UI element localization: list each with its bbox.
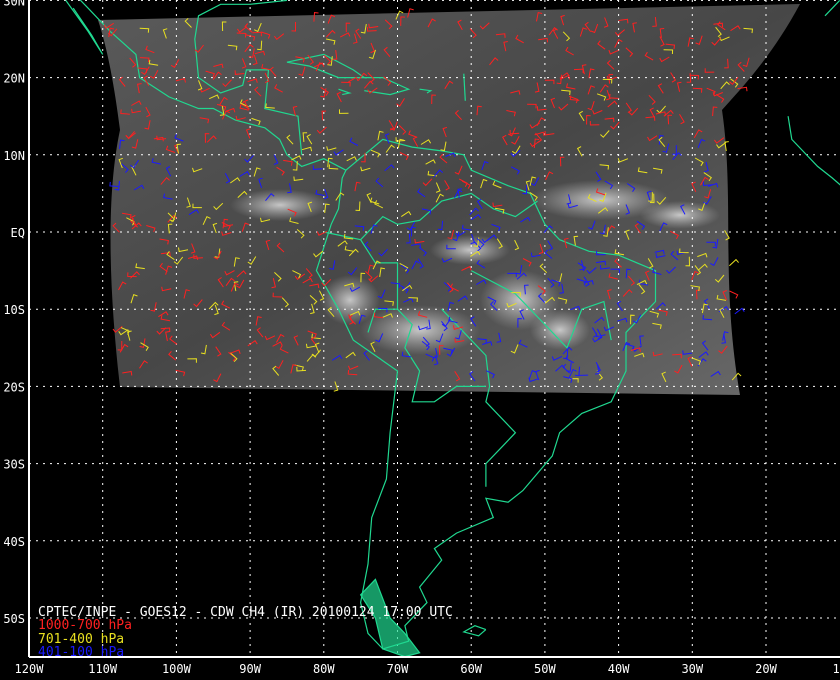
longitude-label: 40W [608,662,630,676]
latitude-label: 50S [3,612,25,626]
latitude-label: 30N [3,0,25,8]
legend-high-level: 401-100 hPa [38,645,124,660]
wind-barb [729,290,739,299]
latitude-label: 20S [3,380,25,394]
longitude-label: 120W [15,662,45,676]
latitude-label: 40S [3,535,25,549]
longitude-label: 110W [88,662,118,676]
longitude-label: 90W [239,662,261,676]
longitude-label: 50W [534,662,556,676]
coastline [462,625,487,637]
cloud-area [230,189,330,221]
satellite-wind-map: 120W 110W 100W 90W 80W 70W 60W 50W 40W 30W 20W 10 30… [3,0,840,676]
latitude-label: 10N [3,149,25,163]
longitude-label: 70W [387,662,409,676]
longitude-label: 10 [832,662,840,676]
wind-barb [729,258,739,267]
latitude-label: EQ [11,226,25,240]
latitude-label: 30S [3,458,25,472]
longitude-label: 20W [755,662,777,676]
legend-low-level: 1000-700 hPa [38,618,132,633]
latitude-label: 10S [3,303,25,317]
latitude-label: 20N [3,72,25,86]
longitude-label: 60W [460,662,482,676]
coastline [824,0,840,17]
cloud-area [530,310,590,350]
coastline [787,116,840,186]
longitude-label: 100W [162,662,192,676]
longitude-label: 80W [313,662,335,676]
longitude-label: 30W [681,662,703,676]
cloud-area [640,201,720,229]
coastline [65,0,104,55]
